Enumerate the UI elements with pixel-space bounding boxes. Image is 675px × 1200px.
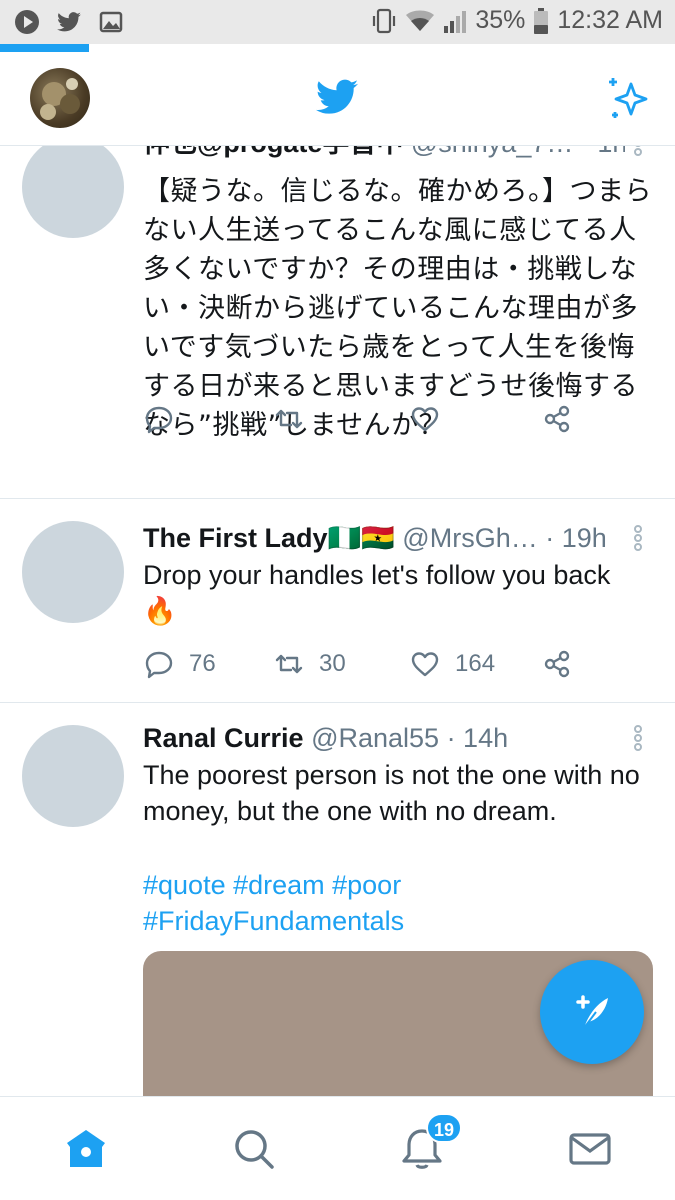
tweet-avatar[interactable] [22,146,124,238]
status-bar-left [14,9,124,35]
tweet-handle-time: @MrsGh… · 19h [402,523,607,553]
tweet-actions: 76 30 164 [143,648,583,684]
share-icon [544,405,570,433]
compose-feather-icon [576,995,608,1029]
heart-icon [411,652,439,677]
play-store-icon [15,10,39,34]
sparkle-icon[interactable] [605,74,653,122]
search-icon[interactable] [230,1125,278,1173]
author-flag-emojis: 🇳🇬🇬🇭 [327,523,395,553]
share-button[interactable] [541,648,573,680]
like-button[interactable] [409,403,455,435]
image-icon [99,11,123,33]
timeline-feed[interactable]: 伸也@progate学習中 @shinya_7… · 1h 【疑うな。信じるな。… [0,146,675,1096]
compose-tweet-button[interactable] [540,960,644,1064]
share-button[interactable] [541,403,573,435]
fire-emoji: 🔥 [143,596,177,626]
tweet-text: The poorest person is not the one with n… [143,757,658,939]
status-bar: 35% 12:32 AM [0,0,675,44]
loading-progress-bar [0,44,89,52]
tweet-handle-time: @shinya_7… · 1h [411,146,625,158]
tweet-author-name[interactable]: The First Lady [143,523,328,553]
reply-button[interactable] [143,403,189,435]
tweet-author-name[interactable]: 伸也@progate学習中 [143,146,403,158]
share-icon [544,650,570,678]
retweet-button[interactable] [273,403,319,435]
tweet[interactable]: 伸也@progate学習中 @shinya_7… · 1h 【疑うな。信じるな。… [0,146,675,499]
retweet-icon [275,409,303,429]
like-button[interactable]: 164 [409,648,495,680]
tweet-header: 伸也@progate学習中 @shinya_7… · 1h [143,146,625,160]
heart-icon [411,407,439,432]
tweet-avatar[interactable] [22,725,124,827]
like-count: 164 [455,650,496,677]
status-bar-right: 35% 12:32 AM [371,6,663,35]
twitter-icon [57,12,81,32]
hashtag-line[interactable]: #FridayFundamentals [143,903,658,939]
more-options-icon[interactable] [631,146,645,160]
reply-icon [145,406,173,434]
retweet-button[interactable]: 30 [273,648,346,680]
twitter-bird-icon[interactable] [314,74,360,120]
reply-button[interactable]: 76 [143,648,216,680]
home-icon[interactable] [62,1125,110,1173]
notification-badge: 19 [426,1113,462,1143]
hashtag-line[interactable]: #quote #dream #poor [143,867,658,903]
tweet-header: Ranal Currie @Ranal55 · 14h [143,721,625,755]
retweet-icon [275,654,303,674]
bottom-navigation: 19 [0,1096,675,1200]
reply-icon [145,651,173,679]
tweet-actions [143,403,583,439]
tweet[interactable]: The First Lady🇳🇬🇬🇭 @MrsGh… · 19h Drop yo… [0,499,675,703]
profile-photo [40,78,80,120]
wifi-icon [406,10,435,31]
tweet-header: The First Lady🇳🇬🇬🇭 @MrsGh… · 19h [143,521,625,555]
signal-icon [444,10,467,33]
tweet-text: Drop your handles let's follow you back … [143,557,658,629]
battery-percent: 35% [475,6,526,34]
reply-count: 76 [189,650,216,677]
profile-avatar[interactable] [30,68,90,128]
more-options-icon[interactable] [631,721,645,755]
messages-icon[interactable] [566,1125,614,1173]
more-options-icon[interactable] [631,521,645,555]
tweet-handle-time: @Ranal55 · 14h [311,723,509,753]
battery-icon [534,7,549,34]
tweet-author-name[interactable]: Ranal Currie [143,723,304,753]
tweet-text-line: The poorest person is not the one with n… [143,760,640,826]
clock: 12:32 AM [557,6,663,34]
retweet-count: 30 [319,650,346,677]
tweet-avatar[interactable] [22,521,124,623]
vibrate-icon [373,8,396,33]
tweet-text-line: Drop your handles let's follow you back [143,560,611,590]
app-header [0,52,675,146]
